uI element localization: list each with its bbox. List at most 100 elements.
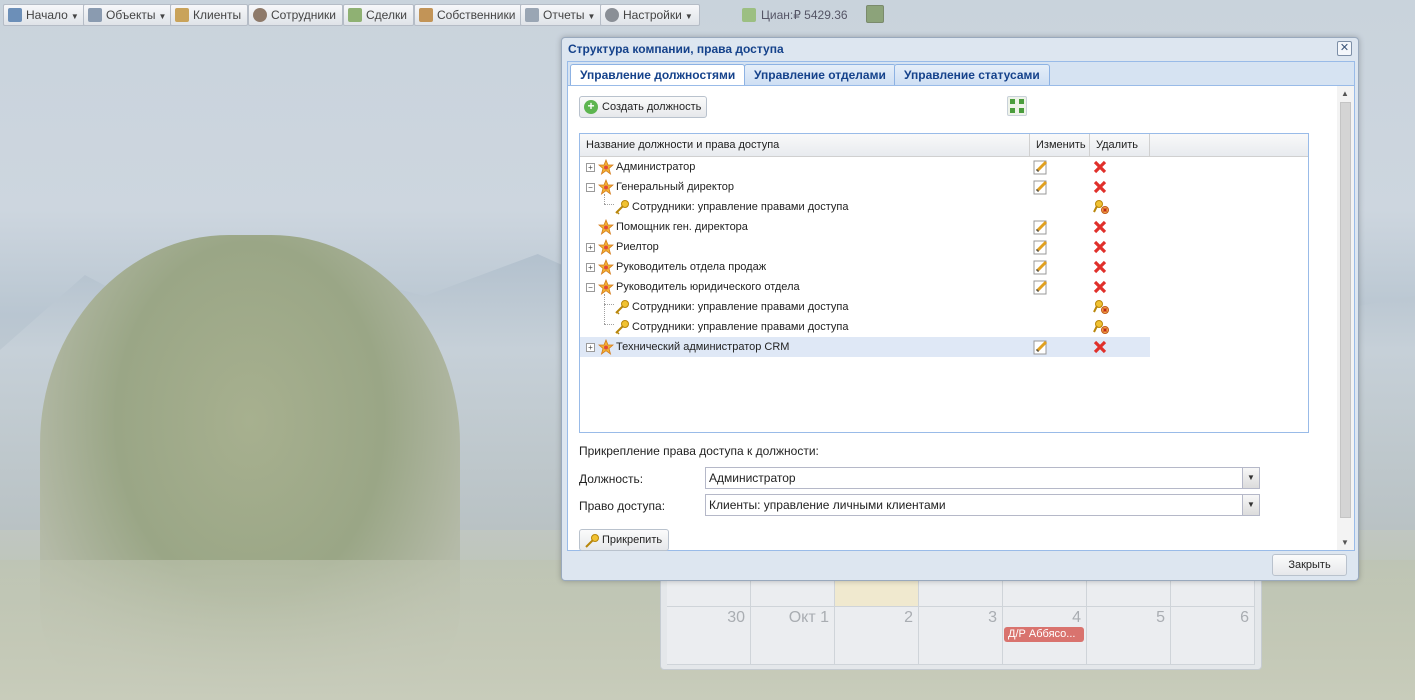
scroll-down-icon[interactable]: ▼ (1341, 538, 1349, 547)
window-title: Структура компании, права доступа (568, 42, 784, 56)
position-star-icon (598, 279, 614, 295)
home-icon (8, 8, 22, 22)
balance-label: Циан:₽ 5429.36 (761, 8, 848, 22)
expand-icon[interactable]: + (586, 263, 595, 272)
exit-icon[interactable] (866, 5, 884, 23)
menu-clients-button[interactable]: Клиенты (170, 4, 249, 26)
expand-icon[interactable]: + (586, 163, 595, 172)
delete-icon[interactable] (1092, 339, 1108, 355)
chevron-down-icon: ▼ (684, 12, 693, 21)
menu-deals-button[interactable]: Сделки (343, 4, 414, 26)
menu-home-button[interactable]: Начало ▼ (3, 4, 86, 26)
calendar-day[interactable]: 3 (919, 607, 1003, 665)
money-icon (742, 8, 756, 22)
positions-grid: Название должности и права доступа Измен… (579, 133, 1309, 433)
column-header-name[interactable]: Название должности и права доступа (580, 134, 1030, 156)
menu-settings-button[interactable]: Настройки ▼ (600, 4, 700, 26)
calendar-day[interactable]: 30 (667, 607, 751, 665)
delete-icon[interactable] (1092, 279, 1108, 295)
table-row[interactable]: + Риелтор (580, 237, 1150, 257)
user-icon (253, 8, 267, 22)
edit-icon[interactable] (1033, 339, 1049, 355)
tab-statuses[interactable]: Управление статусами (894, 64, 1050, 86)
table-row[interactable]: Сотрудники: управление правами доступа (580, 297, 1150, 317)
close-button[interactable]: Закрыть (1272, 554, 1347, 576)
calendar-day[interactable]: Окт 1 (751, 607, 835, 665)
table-row[interactable]: − Руководитель юридического отдела (580, 277, 1150, 297)
main-toolbar: Начало ▼ Объекты ▼ Клиенты Сотрудники Сдел… (0, 0, 1415, 30)
collapse-icon[interactable]: − (586, 183, 595, 192)
position-star-icon (598, 179, 614, 195)
tab-departments[interactable]: Управление отделами (744, 64, 896, 86)
calendar-day[interactable]: 6 (1171, 607, 1255, 665)
access-rights-window: Структура компании, права доступа ✕ Упра… (561, 37, 1359, 581)
report-icon (525, 8, 539, 22)
chevron-down-icon[interactable]: ▼ (1242, 495, 1259, 515)
delete-icon[interactable] (1092, 239, 1108, 255)
edit-icon[interactable] (1033, 259, 1049, 275)
table-row[interactable]: + Администратор (580, 157, 1150, 177)
access-right-label: Право доступа: (579, 499, 666, 513)
key-icon (615, 320, 629, 335)
collapse-icon[interactable]: − (586, 283, 595, 292)
unlink-key-icon[interactable] (1092, 319, 1110, 335)
edit-icon[interactable] (1033, 179, 1049, 195)
delete-icon[interactable] (1092, 219, 1108, 235)
key-icon (615, 200, 629, 215)
calendar-event[interactable]: Д/Р Аббясо... (1004, 627, 1084, 642)
table-row[interactable]: Сотрудники: управление правами доступа (580, 197, 1150, 217)
calendar-day[interactable]: 5 (1087, 607, 1171, 665)
edit-icon[interactable] (1033, 239, 1049, 255)
access-right-select[interactable]: Клиенты: управление личными клиентами ▼ (705, 494, 1260, 516)
menu-reports-button[interactable]: Отчеты ▼ (520, 4, 603, 26)
close-icon[interactable]: ✕ (1337, 41, 1352, 56)
chevron-down-icon[interactable]: ▼ (1242, 468, 1259, 488)
table-row-selected[interactable]: + Технический администратор CRM (580, 337, 1150, 357)
positions-panel: + Создать должность Название должности и… (567, 85, 1355, 551)
unlink-key-icon[interactable] (1092, 299, 1110, 315)
delete-icon[interactable] (1092, 159, 1108, 175)
owners-icon (419, 8, 433, 22)
table-row[interactable]: Помощник ген. директора (580, 217, 1150, 237)
table-row[interactable]: − Генеральный директор (580, 177, 1150, 197)
menu-objects-button[interactable]: Объекты ▼ (83, 4, 174, 26)
chevron-down-icon: ▼ (70, 12, 79, 21)
tab-strip: Управление должностями Управление отдела… (567, 61, 1355, 87)
scrollbar-thumb[interactable] (1340, 102, 1351, 518)
tab-positions[interactable]: Управление должностями (570, 64, 746, 87)
edit-icon[interactable] (1033, 159, 1049, 175)
column-header-edit[interactable]: Изменить (1030, 134, 1090, 156)
position-star-icon (598, 219, 614, 235)
clients-icon (175, 8, 189, 22)
table-row[interactable]: + Руководитель отдела продаж (580, 257, 1150, 277)
expand-icon[interactable]: + (586, 343, 595, 352)
create-position-button[interactable]: + Создать должность (579, 96, 707, 118)
add-icon: + (584, 100, 598, 114)
position-star-icon (598, 159, 614, 175)
table-row[interactable]: Сотрудники: управление правами доступа (580, 317, 1150, 337)
building-icon (88, 8, 102, 22)
expand-all-icon[interactable] (1007, 96, 1027, 116)
delete-icon[interactable] (1092, 179, 1108, 195)
position-star-icon (598, 339, 614, 355)
position-select[interactable]: Администратор ▼ (705, 467, 1260, 489)
scroll-up-icon[interactable]: ▲ (1341, 89, 1349, 98)
attach-button[interactable]: Прикрепить (579, 529, 669, 551)
unlink-key-icon[interactable] (1092, 199, 1110, 215)
calendar-day[interactable]: 2 (835, 607, 919, 665)
edit-icon[interactable] (1033, 219, 1049, 235)
position-label: Должность: (579, 472, 644, 486)
money-icon (348, 8, 362, 22)
edit-icon[interactable] (1033, 279, 1049, 295)
chevron-down-icon: ▼ (158, 12, 167, 21)
menu-owners-button[interactable]: Собственники (414, 4, 523, 26)
menu-employees-button[interactable]: Сотрудники (248, 4, 343, 26)
column-header-delete[interactable]: Удалить (1090, 134, 1150, 156)
delete-icon[interactable] (1092, 259, 1108, 275)
panel-scrollbar[interactable]: ▲ ▼ (1337, 86, 1354, 550)
position-star-icon (598, 239, 614, 255)
expand-icon[interactable]: + (586, 243, 595, 252)
calendar-widget: 30 Окт 1 2 3 4 5 6 (660, 570, 1262, 670)
chevron-down-icon: ▼ (587, 12, 596, 21)
key-icon (615, 300, 629, 315)
